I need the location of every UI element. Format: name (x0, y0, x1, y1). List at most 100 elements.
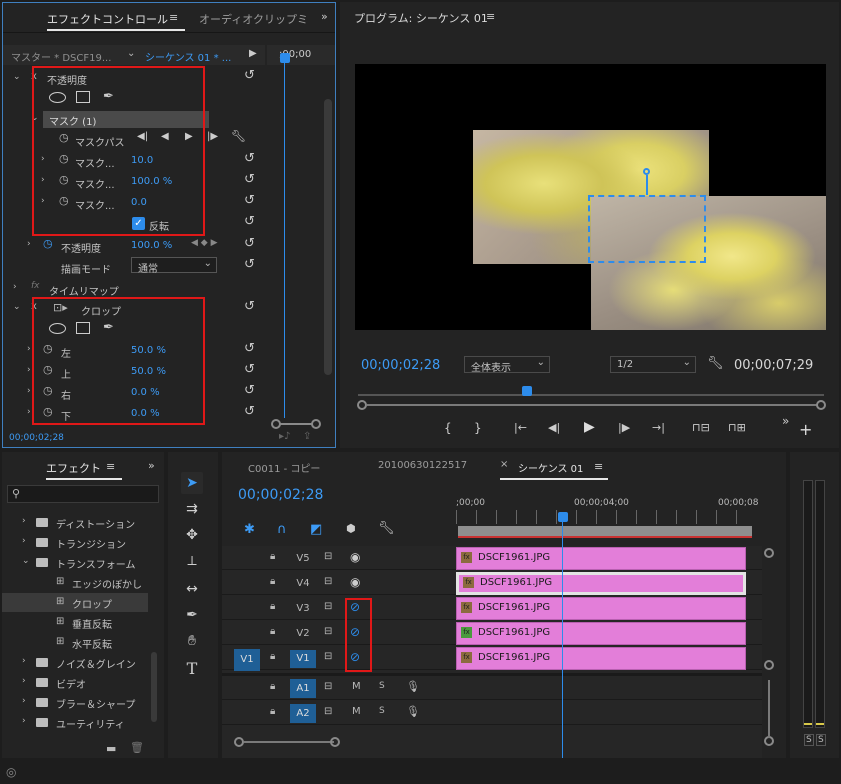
track-forward-icon[interactable]: |▶ (207, 131, 218, 142)
effects-list-item[interactable]: › ビデオ (2, 673, 148, 692)
effects-list-item[interactable]: › トランジション (2, 533, 148, 552)
solo-button[interactable]: S (379, 706, 385, 716)
panel-menu-icon[interactable]: ≡ (486, 10, 495, 23)
reset-icon[interactable]: ↺ (244, 152, 258, 165)
expand-arrow-icon[interactable]: › (27, 239, 31, 249)
sync-lock-icon[interactable]: ⊟ (324, 576, 332, 587)
pen-tool-icon[interactable]: ✒ (181, 604, 203, 626)
video-clip[interactable]: fx DSCF1961.JPG (456, 597, 746, 620)
step-back-icon[interactable]: ◀| (548, 421, 560, 434)
status-icon[interactable]: ◎ (6, 765, 16, 779)
mute-button[interactable]: M (352, 706, 361, 717)
tab-effect-controls[interactable]: エフェクトコントロール (47, 11, 168, 27)
collapse-arrow-icon[interactable]: ⌄ (13, 302, 21, 312)
linked-selection-icon[interactable]: ∩ (277, 522, 287, 537)
reset-icon[interactable]: ↺ (244, 194, 258, 207)
timeline-playhead-marker[interactable] (558, 512, 568, 522)
solo-right-button[interactable]: S (816, 734, 826, 746)
extract-icon[interactable]: ⊓⊞ (728, 421, 746, 434)
effects-list-item[interactable]: ⊞ エッジのぼかし (2, 573, 148, 592)
reset-icon[interactable]: ↺ (244, 405, 258, 418)
new-bin-icon[interactable]: ▬ (106, 742, 116, 755)
collapse-arrow-icon[interactable]: ⌄ (22, 556, 30, 566)
reset-icon[interactable]: ↺ (244, 69, 258, 82)
mask-outline[interactable] (588, 195, 706, 263)
effects-list-item[interactable]: ⌄ トランスフォーム (2, 553, 148, 572)
opacity-value[interactable]: 100.0 % (131, 240, 172, 251)
v-scroll-knob-top[interactable] (764, 660, 774, 670)
expand-arrow-icon[interactable]: › (22, 516, 26, 526)
insert-sequence-icon[interactable]: ◩ (310, 522, 322, 537)
timeline-scroll-start-knob[interactable] (234, 737, 244, 747)
add-marker-icon[interactable]: ⬢ (346, 522, 356, 535)
track-name[interactable]: V1 (290, 650, 316, 668)
sync-lock-icon[interactable]: ⊟ (324, 601, 332, 612)
expand-arrow-icon[interactable]: › (13, 282, 17, 292)
mark-in-icon[interactable]: { (444, 421, 452, 435)
slip-tool-icon[interactable]: ↔ (181, 578, 203, 600)
sync-lock-icon[interactable]: ⊟ (324, 681, 332, 692)
sequence-clip-label[interactable]: シーケンス 01 * ... (145, 49, 231, 64)
selection-tool-icon[interactable]: ➤ (181, 472, 203, 494)
effects-scrollbar[interactable] (151, 652, 157, 722)
reset-icon[interactable]: ↺ (244, 363, 258, 376)
effects-list-item[interactable]: ⊞ 水平反転 (2, 633, 148, 652)
resolution-dropdown[interactable]: 1/2 ⌄ (610, 356, 696, 373)
step-forward-icon[interactable]: |▶ (618, 421, 630, 434)
collapse-arrow-icon[interactable]: ⌄ (13, 72, 21, 82)
expand-arrow-icon[interactable]: › (27, 407, 31, 417)
tab-20100630122517[interactable]: 20100630122517 (378, 460, 467, 471)
reset-icon[interactable]: ↺ (244, 237, 258, 250)
reset-icon[interactable]: ↺ (244, 300, 258, 313)
expand-arrow-icon[interactable]: › (27, 344, 31, 354)
video-clip[interactable]: fx DSCF1961.JPG (456, 647, 746, 670)
scrubber-end-knob[interactable] (816, 400, 826, 410)
lock-icon[interactable]: 🔒︎ (270, 651, 275, 662)
ruler-ticks[interactable] (456, 510, 756, 524)
zoom-dropdown[interactable]: 全体表示 ⌄ (464, 356, 550, 374)
effects-list-item[interactable]: › ブラー＆シャープ (2, 693, 148, 712)
timeline-scroll-end-knob[interactable] (330, 737, 340, 747)
tab-audio-clip-mixer[interactable]: オーディオクリップミ (199, 11, 308, 27)
effects-list-item[interactable]: › ノイズ＆グレイン (2, 653, 148, 672)
track-name[interactable]: V5 (290, 550, 316, 568)
snap-icon[interactable]: ✱ (244, 522, 255, 537)
add-button-icon[interactable]: + (799, 420, 812, 439)
lock-icon[interactable]: 🔒︎ (270, 601, 275, 612)
source-patch-v1[interactable]: V1 (234, 649, 260, 671)
effects-search-input[interactable]: ⚲ (7, 485, 159, 503)
effects-list-item[interactable]: › ディストーション (2, 513, 148, 532)
sync-lock-icon[interactable]: ⊟ (324, 626, 332, 637)
effects-list-item[interactable]: ⊞ 垂直反転 (2, 613, 148, 632)
lock-icon[interactable]: 🔒︎ (270, 551, 275, 562)
overflow-icon[interactable]: » (782, 414, 789, 428)
expand-arrow-icon[interactable]: › (22, 656, 26, 666)
ec-vertical-scrollbar[interactable] (324, 99, 332, 375)
track-select-tool-icon[interactable]: ⇉ (181, 498, 203, 520)
video-clip[interactable]: fx DSCF1961.JPG (456, 572, 746, 595)
program-scrubber[interactable] (358, 394, 824, 396)
reset-icon[interactable]: ↺ (244, 215, 258, 228)
v-scroll-knob-top2[interactable] (764, 548, 774, 558)
razor-tool-icon[interactable]: ⟂ (181, 550, 203, 572)
program-current-time[interactable]: 00;00;02;28 (361, 358, 440, 373)
microphone-icon[interactable]: 🎙︎ (406, 705, 420, 718)
lock-icon[interactable]: 🔒︎ (270, 706, 275, 717)
audio-filter-icon[interactable]: ▸♪ (279, 431, 290, 442)
export-icon[interactable]: ⇪ (303, 431, 311, 442)
track-name[interactable]: A1 (290, 679, 316, 698)
video-frame[interactable] (355, 64, 826, 330)
panel-menu-icon[interactable]: ≡ (106, 460, 115, 473)
expand-arrow-icon[interactable]: › (22, 536, 26, 546)
blend-mode-dropdown[interactable]: 通常 ⌄ (131, 257, 217, 275)
lock-icon[interactable]: 🔒︎ (270, 681, 275, 692)
track-name[interactable]: V3 (290, 600, 316, 618)
effects-title[interactable]: エフェクト (46, 460, 101, 476)
ec-horizontal-scrollbar[interactable] (271, 417, 321, 431)
scroll-end-knob[interactable] (311, 419, 321, 429)
program-playhead-marker[interactable] (522, 386, 532, 396)
type-tool-icon[interactable]: T (181, 658, 203, 680)
master-clip-label[interactable]: マスター * DSCF19... (11, 49, 111, 64)
go-to-in-icon[interactable]: |← (514, 421, 527, 434)
reset-icon[interactable]: ↺ (244, 384, 258, 397)
